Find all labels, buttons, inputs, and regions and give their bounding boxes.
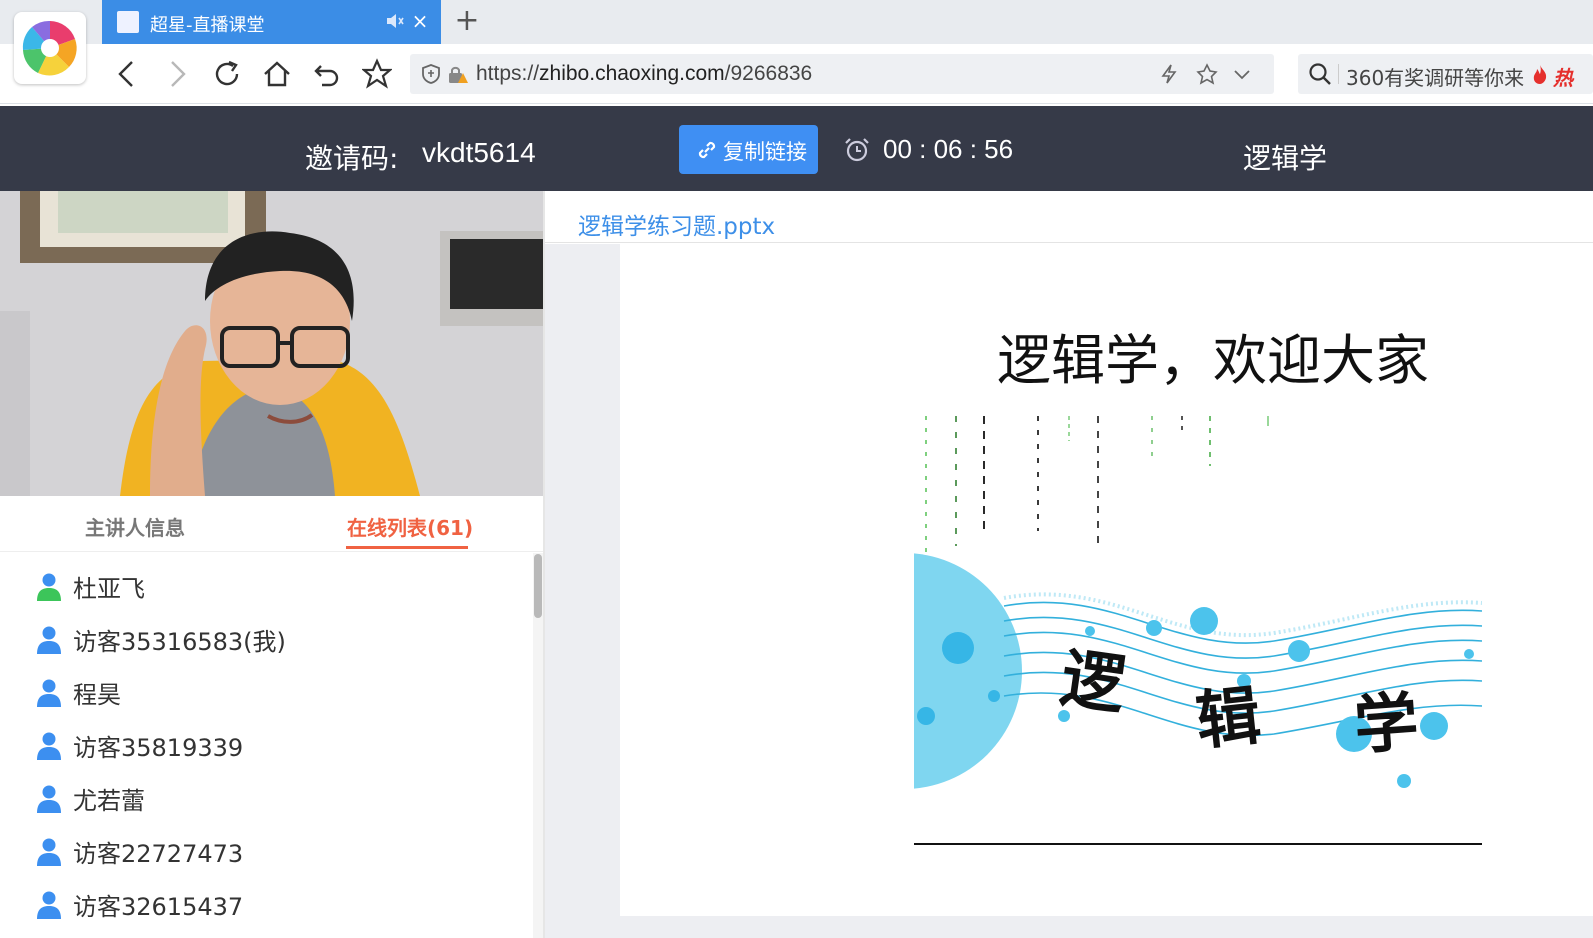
user-icon xyxy=(37,732,61,760)
shield-icon[interactable] xyxy=(420,63,442,85)
browser-logo-icon xyxy=(22,20,77,76)
active-tab-indicator xyxy=(346,546,468,549)
search-suggestion-text[interactable]: 360有奖调研等你来 xyxy=(1346,62,1524,91)
host-user-icon xyxy=(37,573,61,601)
url-text[interactable]: https://zhibo.chaoxing.com/9266836 xyxy=(476,62,812,86)
slide-art-char-3: 学 xyxy=(1352,685,1421,764)
home-icon[interactable] xyxy=(262,58,292,90)
search-divider xyxy=(1338,64,1339,84)
user-icon xyxy=(37,891,61,919)
user-name: 访客32615437 xyxy=(73,893,244,921)
copy-link-button[interactable]: 复制链接 xyxy=(679,125,818,174)
url-prefix: https:// xyxy=(476,62,540,85)
browser-nav-bar: https://zhibo.chaoxing.com/9266836 360有奖… xyxy=(0,44,1593,104)
scrollbar-thumb[interactable] xyxy=(534,554,542,618)
address-bar[interactable]: https://zhibo.chaoxing.com/9266836 xyxy=(410,54,1274,94)
user-name: 访客35316583(我) xyxy=(73,628,286,656)
list-item[interactable]: 程昊 xyxy=(36,669,506,709)
refresh-icon[interactable] xyxy=(212,58,242,90)
user-name: 程昊 xyxy=(73,681,121,709)
url-host: zhibo.chaoxing.com xyxy=(539,62,725,85)
live-timer: 00 : 06 : 56 xyxy=(883,134,1014,164)
teacher-video[interactable] xyxy=(0,191,543,496)
browser-tab-bar: 超星-直播课堂 × + xyxy=(0,0,1593,44)
presentation-slide: 逻辑学，欢迎大家 逻 辑 学 xyxy=(620,244,1593,916)
link-icon xyxy=(698,141,716,159)
user-icon xyxy=(37,785,61,813)
user-icon xyxy=(37,838,61,866)
course-title: 逻辑学 xyxy=(1243,142,1328,175)
new-tab-button[interactable]: + xyxy=(452,4,482,38)
bookmark-star-icon[interactable] xyxy=(362,58,392,90)
tab-host-info[interactable]: 主讲人信息 xyxy=(85,512,185,541)
lock-warning-icon[interactable] xyxy=(446,63,468,85)
slide-art-char-2: 辑 xyxy=(1193,678,1264,759)
panel-tabs: 主讲人信息 在线列表(61) xyxy=(0,497,543,552)
tab-close-icon[interactable]: × xyxy=(410,9,430,33)
lightning-icon[interactable] xyxy=(1158,63,1180,85)
slide-title: 逻辑学，欢迎大家 xyxy=(997,329,1429,392)
browser-tab-active[interactable]: 超星-直播课堂 × xyxy=(102,0,441,44)
copy-link-label: 复制链接 xyxy=(723,140,807,164)
alarm-clock-icon xyxy=(845,138,869,162)
tab-online-list[interactable]: 在线列表(61) xyxy=(347,512,473,541)
document-file-name[interactable]: 逻辑学练习题.pptx xyxy=(578,207,775,241)
teacher-video-frame xyxy=(0,191,543,496)
online-user-list: 杜亚飞 访客35316583(我) 程昊 访客35819339 尤若蕾 访客22… xyxy=(0,553,543,938)
back-icon[interactable] xyxy=(112,58,142,90)
url-path: /9266836 xyxy=(724,62,813,85)
favorite-star-icon[interactable] xyxy=(1196,63,1218,85)
slide-logic-illustration: 逻 辑 学 xyxy=(914,416,1482,789)
invite-code-label: 邀请码: xyxy=(305,142,399,175)
document-header: 逻辑学练习题.pptx xyxy=(545,191,1593,243)
user-name: 尤若蕾 xyxy=(73,787,145,815)
speaker-icon[interactable] xyxy=(385,10,405,32)
tab-title: 超星-直播课堂 xyxy=(150,15,265,36)
page-favicon-icon xyxy=(117,11,139,33)
user-icon xyxy=(37,679,61,707)
search-box[interactable]: 360有奖调研等你来 热 xyxy=(1298,54,1593,94)
list-item[interactable]: 访客32615437 xyxy=(36,881,506,921)
user-icon xyxy=(37,626,61,654)
slide-divider-line xyxy=(914,843,1482,845)
browser-logo[interactable] xyxy=(14,12,86,84)
list-item[interactable]: 杜亚飞 xyxy=(36,563,506,603)
list-item[interactable]: 访客35819339 xyxy=(36,722,506,762)
list-item[interactable]: 尤若蕾 xyxy=(36,775,506,815)
live-class-header: 邀请码: vkdt5614 复制链接 00 : 06 : 56 逻辑学 xyxy=(0,106,1593,191)
search-icon xyxy=(1309,63,1331,85)
undo-icon[interactable] xyxy=(312,58,342,90)
fire-icon xyxy=(1533,65,1547,84)
chevron-down-icon[interactable] xyxy=(1232,65,1252,83)
user-name: 杜亚飞 xyxy=(73,575,145,603)
user-list-scrollbar[interactable] xyxy=(533,553,543,938)
user-name: 访客22727473 xyxy=(73,840,244,868)
list-item[interactable]: 访客35316583(我) xyxy=(36,616,506,656)
list-item[interactable]: 访客22727473 xyxy=(36,828,506,868)
invite-code-value: vkdt5614 xyxy=(422,137,536,168)
hot-label: 热 xyxy=(1553,66,1573,90)
slide-art-char-1: 逻 xyxy=(1056,641,1130,724)
user-name: 访客35819339 xyxy=(73,734,244,762)
forward-icon[interactable] xyxy=(162,58,192,90)
